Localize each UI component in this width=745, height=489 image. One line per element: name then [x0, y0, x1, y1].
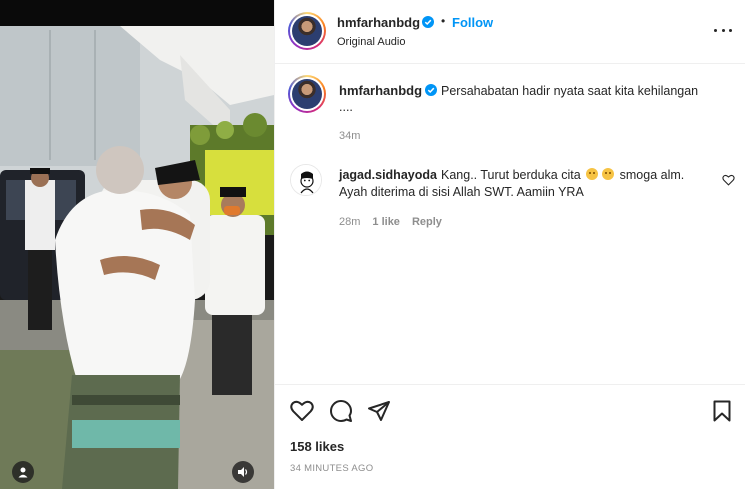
bookmark-icon[interactable]: [710, 399, 734, 423]
verified-badge-icon: [422, 16, 434, 28]
video-frame: [0, 0, 274, 489]
author-avatar[interactable]: [288, 12, 326, 50]
comment-text-line2: Ayah diterima di sisi Allah SWT. Aamiin …: [339, 185, 584, 199]
comment-text-part2: smoga alm.: [619, 168, 685, 182]
post-details-panel: hmfarhanbdg • Follow Original Audio hmfa…: [274, 0, 745, 489]
comment-text-part1: Kang.. Turut berduka cita: [441, 168, 581, 182]
follow-button[interactable]: Follow: [452, 15, 493, 30]
paper-plane-icon[interactable]: [367, 399, 391, 423]
post-actions: 158 likes 34 MINUTES AGO: [275, 384, 745, 489]
caption-timestamp[interactable]: 34m: [339, 130, 360, 142]
post-timestamp[interactable]: 34 MINUTES AGO: [290, 463, 373, 474]
more-options-icon[interactable]: [714, 24, 732, 36]
caption-author-avatar[interactable]: [288, 75, 326, 113]
user-tag-icon: [18, 467, 28, 478]
comment-likes[interactable]: 1 like: [372, 216, 400, 228]
sad-emoji-icon: [586, 168, 599, 180]
post-media[interactable]: [0, 0, 274, 489]
audio-toggle-button[interactable]: [232, 461, 254, 483]
author-username[interactable]: hmfarhanbdg: [337, 15, 420, 30]
caption-text: Persahabatan hadir nyata saat kita kehil…: [441, 84, 699, 98]
sad-emoji-icon: [602, 168, 615, 180]
caption-continuation: ....: [339, 100, 353, 114]
comment-heart-icon[interactable]: [722, 174, 735, 186]
separator-dot: •: [441, 14, 446, 28]
speaker-icon: [238, 467, 248, 477]
likes-count[interactable]: 158 likes: [290, 439, 344, 454]
commenter-username[interactable]: jagad.sidhayoda: [339, 168, 437, 182]
verified-badge-icon: [425, 84, 437, 96]
tagged-users-button[interactable]: [12, 461, 34, 483]
commenter-avatar-image: [291, 165, 321, 195]
reply-button[interactable]: Reply: [412, 216, 442, 228]
comment-bubble-icon[interactable]: [329, 399, 353, 423]
commenter-avatar[interactable]: [290, 164, 322, 196]
comment-text-line1: Kang.. Turut berduka cita smoga alm.: [441, 168, 684, 182]
comment-timestamp[interactable]: 28m: [339, 216, 360, 228]
audio-label[interactable]: Original Audio: [337, 36, 406, 48]
comment-meta: 28m 1 like Reply: [339, 216, 442, 228]
caption-author-username[interactable]: hmfarhanbdg: [339, 83, 422, 98]
heart-icon[interactable]: [290, 399, 314, 423]
post-header: hmfarhanbdg • Follow Original Audio: [275, 0, 745, 64]
